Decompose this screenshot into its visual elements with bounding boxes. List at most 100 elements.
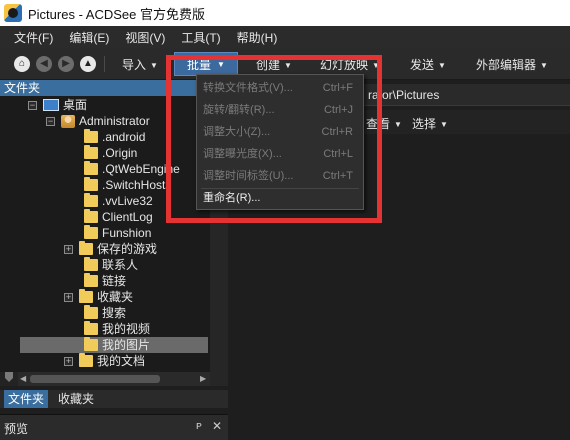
select-button[interactable]: 选择 ▼ [412,115,448,132]
tree-item-label: 我的文档 [97,354,146,368]
collapse-icon[interactable]: − [46,116,55,126]
pictures-icon [84,337,98,351]
chevron-down-icon: ▼ [372,61,380,70]
menu-item-rotate-flip[interactable]: 旋转/翻转(R)... Ctrl+J [197,99,363,121]
expand-icon[interactable]: + [64,292,73,302]
expand-icon[interactable]: + [64,356,73,366]
chevron-down-icon: ▼ [394,120,402,129]
menu-item-shortcut: Ctrl+L [323,148,353,160]
expand-icon[interactable]: + [64,244,73,254]
close-icon[interactable]: ✕ [212,419,222,433]
tree-item[interactable]: − Administrator [46,113,150,129]
tree-item-label: .vvLive32 [102,194,153,208]
tree-item[interactable]: .QtWebEngine [84,161,180,177]
menu-item-shortcut: Ctrl+J [323,104,353,116]
import-label: 导入 [122,58,147,72]
menu-item-label: 调整曝光度(X)... [203,148,282,160]
slideshow-button[interactable]: 幻灯放映 ▼ [320,56,380,73]
import-button[interactable]: 导入 ▼ [122,56,158,73]
title-bar: Pictures - ACDSee 官方免费版 [0,0,570,26]
tab-favorites[interactable]: 收藏夹 [54,390,98,408]
tree-item-label: 搜索 [102,306,127,320]
slideshow-label: 幻灯放映 [320,58,369,72]
menu-item-convert-format[interactable]: 转换文件格式(V)... Ctrl+F [197,77,363,99]
menu-item-adjust-exposure[interactable]: 调整曝光度(X)... Ctrl+L [197,143,363,165]
external-editor-button[interactable]: 外部编辑器 ▼ [476,56,548,73]
tree-item-label: 我的视频 [102,322,151,336]
menu-bar: 文件(F) 编辑(E) 视图(V) 工具(T) 帮助(H) [0,26,570,48]
left-panel-tabs: 文件夹 收藏夹 [0,390,228,408]
chevron-down-icon: ▼ [540,61,548,70]
contacts-icon [84,257,98,271]
send-label: 发送 [410,58,435,72]
menu-item-label: 旋转/翻转(R)... [203,104,275,116]
tree-item[interactable]: − 桌面 [28,97,87,113]
tree-item[interactable]: .SwitchHosts [84,177,171,193]
toolbar-divider [168,56,169,72]
tree-item-label: 联系人 [102,258,139,272]
menu-item-resize[interactable]: 调整大小(Z)... Ctrl+R [197,121,363,143]
chevron-down-icon: ▼ [438,61,446,70]
tree-item[interactable]: 我的视频 [84,321,150,337]
tree-item[interactable]: 搜索 [84,305,126,321]
chevron-down-icon: ▼ [440,120,448,129]
tree-item[interactable]: + 收藏夹 [64,289,133,305]
tree-item-label: 我的图片 [102,338,151,352]
scroll-left-icon[interactable]: ◀ [20,372,26,386]
scroll-right-icon[interactable]: ▶ [200,372,206,386]
tree-item[interactable]: + 我的文档 [64,353,145,369]
up-icon[interactable]: ▲ [80,56,96,72]
tree-item[interactable]: 联系人 [84,257,138,273]
menu-edit[interactable]: 编辑(E) [69,29,109,46]
home-icon[interactable]: ⌂ [14,56,30,72]
batch-dropdown-menu: 转换文件格式(V)... Ctrl+F 旋转/翻转(R)... Ctrl+J 调… [196,74,364,210]
tree-item-label: .Origin [102,146,138,160]
pin-panel-icon[interactable]: ᴘ [196,420,202,432]
menu-item-rename[interactable]: 重命名(R)... [197,187,363,209]
tree-horizontal-scrollbar[interactable]: ◀ ▶ [18,372,210,386]
send-button[interactable]: 发送 ▼ [410,56,446,73]
tree-item[interactable]: Funshion [84,225,151,241]
back-icon[interactable]: ◀ [36,56,52,72]
menu-item-shortcut: Ctrl+R [321,126,353,138]
menu-file[interactable]: 文件(F) [14,29,53,46]
preview-panel-header: 预览 ᴘ ✕ [0,414,228,440]
tab-folders[interactable]: 文件夹 [4,390,49,408]
favorites-icon [79,289,93,303]
toolbar-divider [104,56,105,72]
tree-item-label: 收藏夹 [97,290,134,304]
menu-tools[interactable]: 工具(T) [181,29,220,46]
window-title: Pictures - ACDSee 官方免费版 [28,6,205,22]
tree-item[interactable]: 链接 [84,273,126,289]
view-button[interactable]: 查看 ▼ [366,115,402,132]
scrollbar-thumb[interactable] [30,375,160,383]
folder-icon [84,225,98,239]
tree-item-selected[interactable]: 我的图片 [20,337,208,353]
menu-item-adjust-timestamp[interactable]: 调整时间标签(U)... Ctrl+T [197,165,363,187]
folder-icon [84,129,98,143]
batch-button[interactable]: 批量 ▼ [174,52,238,76]
search-folder-icon [84,305,98,319]
folder-icon [84,209,98,223]
tree-item-label: Administrator [79,114,150,128]
tree-item[interactable]: + 保存的游戏 [64,241,157,257]
tree-item[interactable]: .Origin [84,145,137,161]
pin-icon[interactable] [5,372,13,382]
user-folder-icon [61,114,75,128]
create-button[interactable]: 创建 ▼ [256,56,292,73]
videos-icon [84,321,98,335]
tree-item-label: 桌面 [63,98,88,112]
collapse-icon[interactable]: − [28,100,37,110]
folder-icon [84,161,98,175]
tree-item[interactable]: ClientLog [84,209,153,225]
preview-label: 预览 [4,422,29,436]
forward-icon[interactable]: ▶ [58,56,74,72]
chevron-down-icon: ▼ [150,61,158,70]
tree-item[interactable]: .android [84,129,145,145]
menu-help[interactable]: 帮助(H) [237,29,278,46]
menu-item-shortcut: Ctrl+T [322,170,353,182]
chevron-down-icon: ▼ [217,59,225,69]
view-label: 查看 [366,117,391,131]
menu-view[interactable]: 视图(V) [125,29,165,46]
tree-item[interactable]: .vvLive32 [84,193,153,209]
